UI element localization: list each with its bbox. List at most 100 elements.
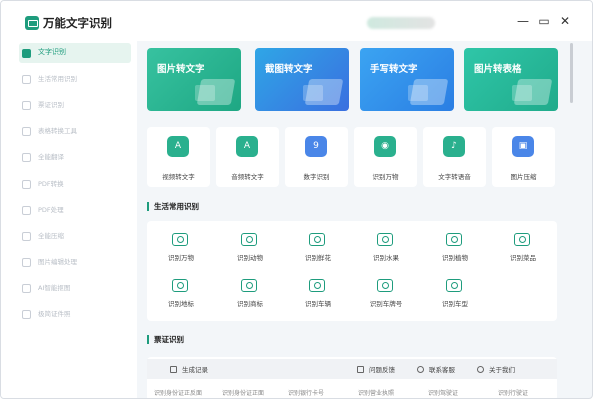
cert-item[interactable]: 识别银行卡号 — [288, 388, 324, 397]
banner-screenshot-to-text[interactable]: 截图转文字 — [255, 48, 349, 111]
brand-icon — [241, 279, 257, 292]
cert-item[interactable]: 识别身份证正反面 — [154, 388, 202, 397]
sidebar-item-life[interactable]: 生活常用识别 — [19, 69, 131, 89]
life-item-label: 识别车辆 — [305, 300, 331, 308]
tool-number-recognition[interactable]: 9 数字识别 — [285, 127, 348, 187]
sidebar-item-text-recognition[interactable]: 文字识别 — [19, 43, 131, 63]
image-edit-icon — [22, 258, 31, 267]
app-title: 万能文字识别 — [43, 16, 112, 30]
license-plate-icon — [377, 279, 393, 292]
tool-image-compress[interactable]: ▣ 图片压缩 — [492, 127, 555, 187]
life-item-label: 识别地标 — [168, 300, 194, 308]
cert-item[interactable]: 识别营业执照 — [358, 388, 394, 397]
banner-handwriting-to-text[interactable]: 手写转文字 — [360, 48, 454, 111]
banner-title: 图片转表格 — [474, 64, 522, 75]
life-item[interactable]: 识别鲜花 — [296, 225, 340, 265]
banner-title: 图片转文字 — [157, 64, 205, 75]
life-item-label: 识别商标 — [237, 300, 263, 308]
history-icon — [170, 366, 177, 373]
sidebar-item-certificates[interactable]: 票证识别 — [19, 95, 131, 115]
id-photo-icon — [22, 310, 31, 319]
app-window: 万能文字识别 — ▭ ✕ 文字识别 生活常用识别 票证识别 表格转换工具 全能翻… — [0, 0, 593, 399]
life-item[interactable]: 识别水果 — [364, 225, 408, 265]
life-item[interactable]: 识别车型 — [433, 271, 477, 311]
dish-icon — [514, 233, 530, 246]
life-item-label: 识别万物 — [168, 254, 194, 262]
sidebar-item-compress[interactable]: 全能压缩 — [19, 226, 131, 246]
life-item[interactable]: 识别地标 — [159, 271, 203, 311]
pen-icon — [409, 79, 449, 105]
fruit-icon — [377, 233, 393, 246]
sidebar-item-label: 全能翻译 — [38, 153, 64, 161]
sidebar-item-label: 票证识别 — [38, 101, 64, 109]
scrollbar[interactable] — [570, 43, 573, 103]
plant-icon — [446, 233, 462, 246]
tool-text-to-speech[interactable]: ♪ 文字转语音 — [423, 127, 486, 187]
life-item[interactable]: 识别菜品 — [501, 225, 545, 265]
cert-item[interactable]: 识别驾驶证 — [428, 388, 458, 397]
cert-item[interactable]: 识别行驶证 — [498, 388, 528, 397]
history-label: 生成记录 — [182, 366, 208, 374]
headset-icon — [417, 366, 424, 373]
sidebar-item-pdf-process[interactable]: PDF处理 — [19, 200, 131, 220]
screenshot-icon — [304, 79, 344, 105]
support-button[interactable]: 联系客服 — [417, 364, 455, 374]
image-icon — [196, 79, 236, 105]
sidebar-item-label: 表格转换工具 — [38, 127, 77, 135]
pdf-convert-icon — [22, 180, 31, 189]
tool-identify-anything[interactable]: ◉ 识别万物 — [354, 127, 417, 187]
life-item[interactable]: 识别植物 — [433, 225, 477, 265]
user-account[interactable] — [367, 17, 435, 29]
main-content: 图片转文字 截图转文字 手写转文字 图片转表格 A 视频转文字 A 音频转文字 — [138, 41, 568, 398]
pdf-process-icon — [22, 206, 31, 215]
sidebar-item-ai-cutout[interactable]: AI智能抠图 — [19, 278, 131, 298]
text-recognition-icon — [22, 49, 31, 58]
banner-title: 截图转文字 — [265, 64, 313, 75]
history-button[interactable]: 生成记录 — [170, 364, 208, 374]
about-button[interactable]: 关于我们 — [477, 364, 515, 374]
support-label: 联系客服 — [429, 366, 455, 374]
tool-audio-to-text[interactable]: A 音频转文字 — [216, 127, 279, 187]
life-item[interactable]: 识别车辆 — [296, 271, 340, 311]
music-icon: ♪ — [443, 136, 465, 157]
life-item-label: 识别鲜花 — [305, 254, 331, 262]
number-icon: 9 — [305, 136, 327, 157]
cert-item[interactable]: 识别身份证正面 — [222, 388, 264, 397]
sidebar-item-label: 生活常用识别 — [38, 75, 77, 83]
banner-image-to-text[interactable]: 图片转文字 — [147, 48, 241, 111]
maximize-icon[interactable]: ▭ — [537, 14, 551, 28]
life-item-label: 识别植物 — [442, 254, 468, 262]
sidebar-item-translate[interactable]: 全能翻译 — [19, 147, 131, 167]
life-item-label: 识别动物 — [237, 254, 263, 262]
sidebar-item-label: PDF处理 — [38, 206, 64, 214]
section-title-life: 生活常用识别 — [147, 201, 199, 212]
sidebar-item-id-photo[interactable]: 极简证件照 — [19, 304, 131, 324]
sidebar-item-label: 文字识别 — [38, 48, 66, 56]
app-logo-icon — [25, 16, 39, 30]
tool-video-to-text[interactable]: A 视频转文字 — [147, 127, 210, 187]
footer-bar: 生成记录 问题反馈 联系客服 关于我们 — [147, 359, 557, 379]
landmark-icon — [172, 279, 188, 292]
banner-image-to-table[interactable]: 图片转表格 — [464, 48, 558, 111]
table-icon — [513, 79, 553, 105]
tool-label: 视频转文字 — [162, 173, 195, 181]
life-item[interactable]: 识别车牌号 — [364, 271, 408, 311]
scan-icon — [172, 233, 188, 246]
life-item[interactable]: 识别动物 — [228, 225, 272, 265]
close-icon[interactable]: ✕ — [558, 14, 572, 28]
banner-title: 手写转文字 — [370, 64, 418, 75]
sidebar-item-image-edit[interactable]: 图片编辑处理 — [19, 252, 131, 272]
compress-icon — [22, 232, 31, 241]
life-item[interactable]: 识别商标 — [228, 271, 272, 311]
tool-label: 文字转语音 — [438, 173, 471, 181]
feedback-button[interactable]: 问题反馈 — [357, 364, 395, 374]
about-label: 关于我们 — [489, 366, 515, 374]
tool-label: 数字识别 — [303, 173, 330, 181]
sidebar-item-pdf-convert[interactable]: PDF转换 — [19, 174, 131, 194]
certificate-icon — [22, 101, 31, 110]
sidebar-item-table-tools[interactable]: 表格转换工具 — [19, 121, 131, 141]
tool-label: 识别万物 — [372, 173, 399, 181]
animal-icon — [241, 233, 257, 246]
life-item[interactable]: 识别万物 — [159, 225, 203, 265]
minimize-icon[interactable]: — — [516, 14, 530, 28]
